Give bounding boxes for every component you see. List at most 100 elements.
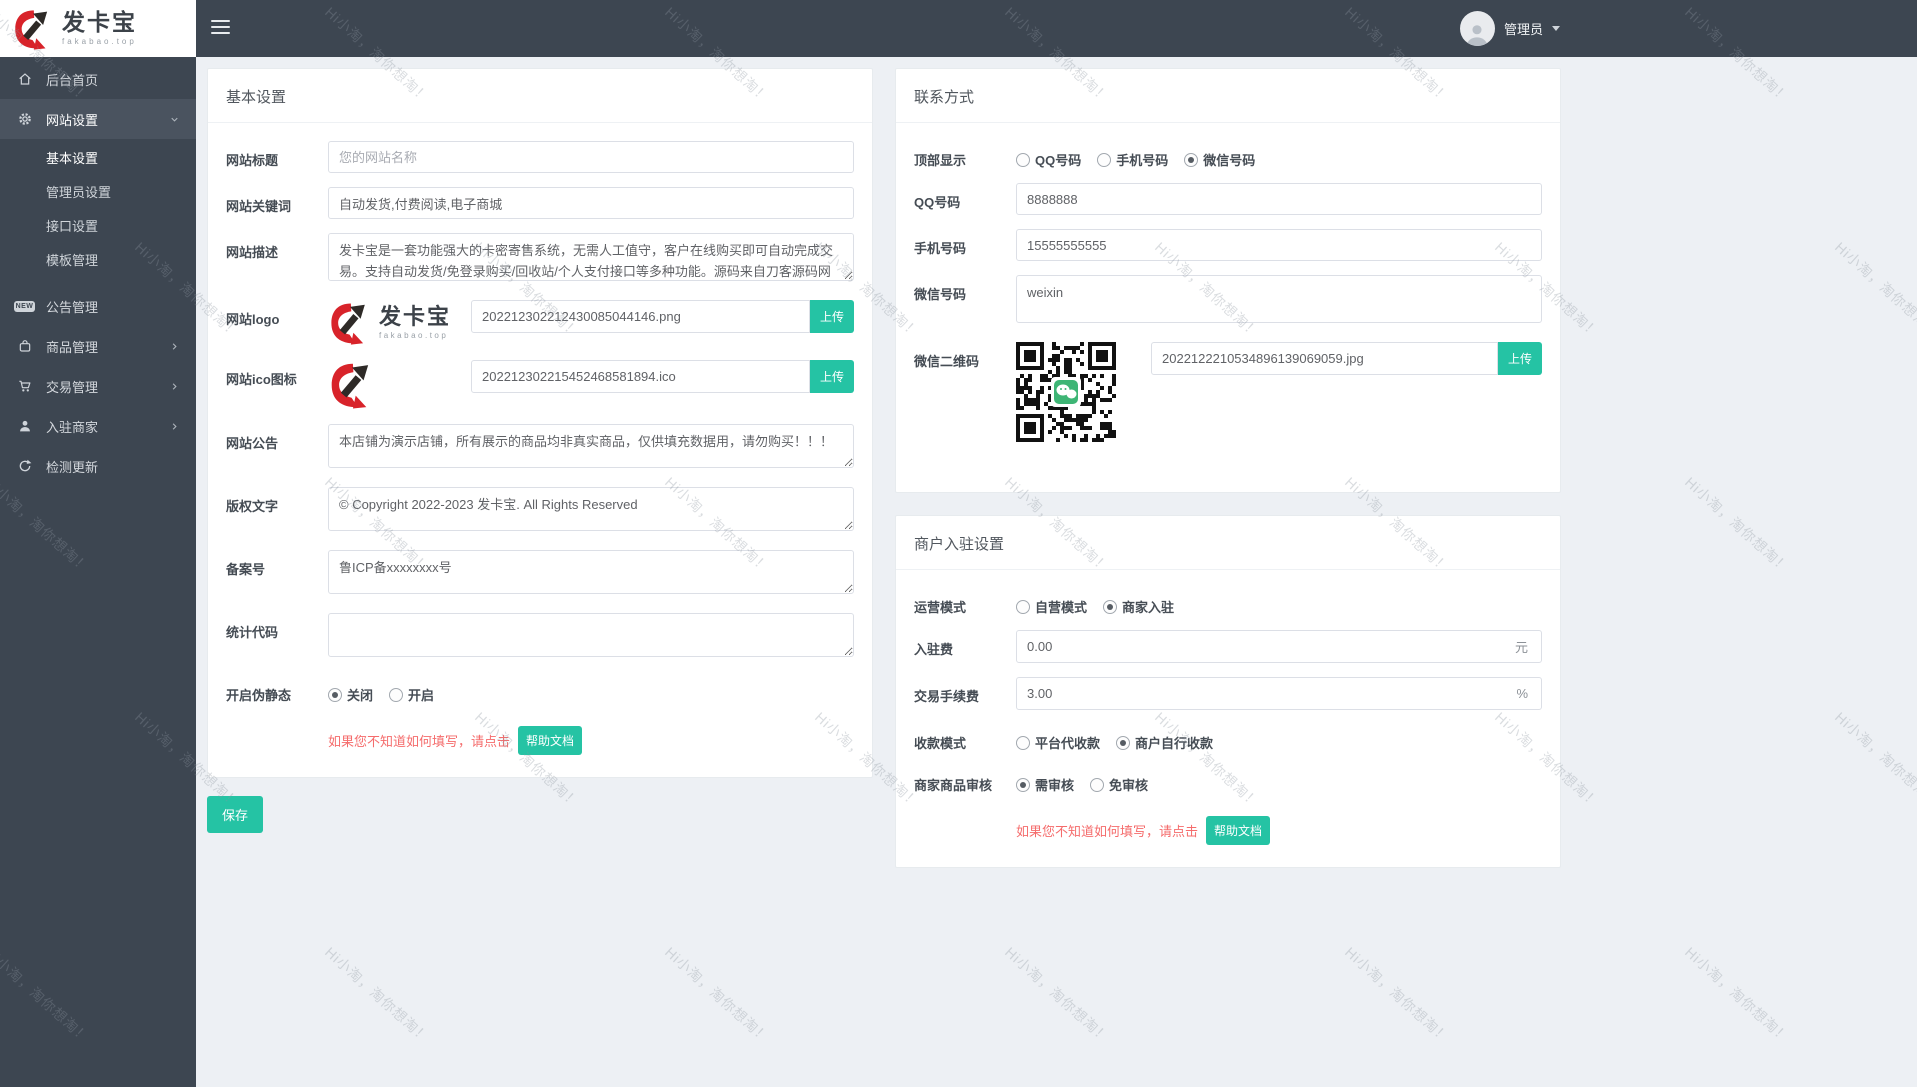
card-title-merchant: 商户入驻设置	[896, 516, 1560, 570]
refresh-icon	[16, 458, 33, 475]
radio-icon	[1016, 735, 1030, 750]
radio-label: 微信号码	[1203, 153, 1256, 168]
field-label: 商家商品审核	[914, 778, 993, 793]
sidebar-item-dashboard[interactable]: 后台首页	[0, 59, 196, 99]
form-row-mode: 运营模式 自营模式 商家入驻	[914, 588, 1542, 616]
ico-upload-button[interactable]: 上传	[810, 360, 854, 393]
entry-fee-input[interactable]	[1017, 639, 1502, 654]
radio-label: 商家入驻	[1122, 600, 1175, 615]
logo-preview: 发卡宝 fakabao.top	[328, 300, 471, 346]
sidebar-item-api-settings[interactable]: 接口设置	[0, 210, 196, 244]
sidebar-item-merchants[interactable]: 入驻商家	[0, 406, 196, 446]
form-row-collection: 收款模式 平台代收款 商户自行收款	[914, 724, 1542, 752]
sidebar-item-trades[interactable]: 交易管理	[0, 366, 196, 406]
audit-option-free[interactable]: 免审核	[1090, 775, 1148, 794]
brand-text: 发卡宝 fakabao.top	[62, 11, 137, 47]
icp-textarea[interactable]: 鲁ICP备xxxxxxxx号	[328, 550, 854, 594]
sidebar-item-label: 后台首页	[46, 72, 99, 88]
fee-rate-input[interactable]	[1017, 686, 1504, 701]
sidebar-item-check-update[interactable]: 检测更新	[0, 446, 196, 486]
stats-code-textarea[interactable]	[328, 613, 854, 657]
site-title-input[interactable]	[328, 141, 854, 173]
chevron-right-icon	[169, 421, 180, 432]
top-display-option-qq[interactable]: QQ号码	[1016, 150, 1081, 169]
logo-filename-input[interactable]	[471, 300, 810, 333]
form-row-qq: QQ号码	[914, 183, 1542, 215]
sidebar-item-site-settings[interactable]: 网站设置	[0, 99, 196, 139]
help-doc-button[interactable]: 帮助文档	[518, 726, 583, 755]
radio-label: QQ号码	[1035, 153, 1082, 168]
radio-label: 开启	[408, 688, 435, 703]
user-menu[interactable]: 管理员	[1459, 0, 1560, 57]
chevron-down-icon	[169, 114, 180, 125]
radio-label: 需审核	[1035, 778, 1075, 793]
top-display-option-wechat[interactable]: 微信号码	[1184, 150, 1255, 169]
form-row-notice: 网站公告 本店铺为演示店铺，所有展示的商品均非真实商品，仅供填充数据用，请勿购买…	[226, 424, 854, 473]
field-label: 手机号码	[914, 241, 967, 256]
collection-option-merchant[interactable]: 商户自行收款	[1116, 733, 1213, 752]
radio-checked-icon	[1016, 777, 1030, 792]
wechat-qr-preview	[1016, 342, 1151, 442]
phone-input[interactable]	[1016, 229, 1542, 261]
radio-label: 手机号码	[1116, 153, 1169, 168]
entry-fee-unit: 元	[1514, 640, 1528, 655]
sidebar-item-admin-settings[interactable]: 管理员设置	[0, 176, 196, 210]
rewrite-option-off[interactable]: 关闭	[328, 685, 373, 704]
merchant-settings-card: 商户入驻设置 运营模式 自营模式 商家入驻 入驻费 0.00 元 交易手续费 3…	[895, 515, 1561, 868]
qr-filename-input[interactable]	[1151, 342, 1498, 375]
form-row-entry-fee: 入驻费 元	[914, 630, 1542, 663]
right-column: 联系方式 顶部显示 QQ号码 手机号码 微信号码 QQ号码 8888888 手机…	[895, 68, 1561, 868]
rewrite-option-on[interactable]: 开启	[389, 685, 434, 704]
radio-label: 平台代收款	[1035, 736, 1101, 751]
form-row-stats: 统计代码	[226, 613, 854, 662]
basic-settings-card: 基本设置 网站标题 网站关键词 网站描述 发卡宝是一套功能强大的卡密寄售系统，无…	[207, 68, 873, 778]
help-doc-button[interactable]: 帮助文档	[1206, 816, 1271, 845]
form-row-copyright: 版权文字 © Copyright 2022-2023 发卡宝. All Righ…	[226, 487, 854, 536]
qr-upload-button[interactable]: 上传	[1498, 342, 1542, 375]
radio-label: 商户自行收款	[1135, 736, 1214, 751]
mode-option-self[interactable]: 自营模式	[1016, 597, 1087, 616]
logo-preview-domain: fakabao.top	[379, 331, 449, 340]
radio-checked-icon	[1184, 152, 1199, 167]
sidebar-item-label: 公告管理	[46, 299, 99, 315]
radio-label: 关闭	[347, 688, 374, 703]
copyright-textarea[interactable]: © Copyright 2022-2023 发卡宝. All Rights Re…	[328, 487, 854, 531]
ico-filename-input[interactable]	[471, 360, 810, 393]
sidebar-item-label: 商品管理	[46, 339, 99, 355]
top-display-option-phone[interactable]: 手机号码	[1097, 150, 1168, 169]
wechat-id-textarea[interactable]: weixin	[1016, 275, 1542, 323]
form-row-ico: 网站ico图标 202212302215452468581894.ico 上传	[226, 360, 854, 410]
hamburger-menu-icon[interactable]	[211, 20, 230, 38]
logo-upload-button[interactable]: 上传	[810, 300, 854, 333]
qq-input[interactable]	[1016, 183, 1542, 215]
form-row-logo: 网站logo 发卡宝 fakabao.top 20221230221243008…	[226, 300, 854, 346]
help-text: 如果您不知道如何填写，请点击	[328, 734, 511, 749]
form-row-phone: 手机号码	[914, 229, 1542, 261]
wechat-qr-image	[1016, 342, 1116, 442]
card-title-basic: 基本设置	[208, 69, 872, 123]
radio-label: 免审核	[1109, 778, 1149, 793]
sidebar-item-products[interactable]: 商品管理	[0, 326, 196, 366]
new-badge-icon: NEW	[13, 300, 36, 312]
sidebar-item-basic-settings[interactable]: 基本设置	[0, 142, 196, 176]
fee-rate-unit: %	[1516, 686, 1528, 701]
sidebar-item-label: 交易管理	[46, 379, 99, 395]
brand-logo[interactable]: 发卡宝 fakabao.top	[0, 0, 196, 57]
form-row-fee-rate: 交易手续费 %	[914, 677, 1542, 710]
radio-icon	[389, 687, 404, 702]
audit-option-required[interactable]: 需审核	[1016, 775, 1074, 794]
notice-textarea[interactable]: 本店铺为演示店铺，所有展示的商品均非真实商品，仅供填充数据用，请勿购买！！！	[328, 424, 854, 468]
sidebar-item-announcement[interactable]: NEW 公告管理	[0, 286, 196, 326]
keywords-input[interactable]	[328, 187, 854, 219]
brand-domain: fakabao.top	[62, 37, 137, 46]
field-label: 网站标题	[226, 153, 279, 168]
help-text: 如果您不知道如何填写，请点击	[1016, 824, 1199, 839]
radio-icon	[1097, 152, 1112, 167]
field-label: 网站公告	[226, 436, 279, 451]
mode-option-merchant[interactable]: 商家入驻	[1103, 597, 1174, 616]
description-textarea[interactable]: 发卡宝是一套功能强大的卡密寄售系统，无需人工值守，客户在线购买即可自动完成交易。…	[328, 233, 854, 281]
chevron-right-icon	[169, 341, 180, 352]
save-button[interactable]: 保存	[207, 796, 264, 833]
sidebar-item-template-manage[interactable]: 模板管理	[0, 244, 196, 278]
collection-option-platform[interactable]: 平台代收款	[1016, 733, 1100, 752]
